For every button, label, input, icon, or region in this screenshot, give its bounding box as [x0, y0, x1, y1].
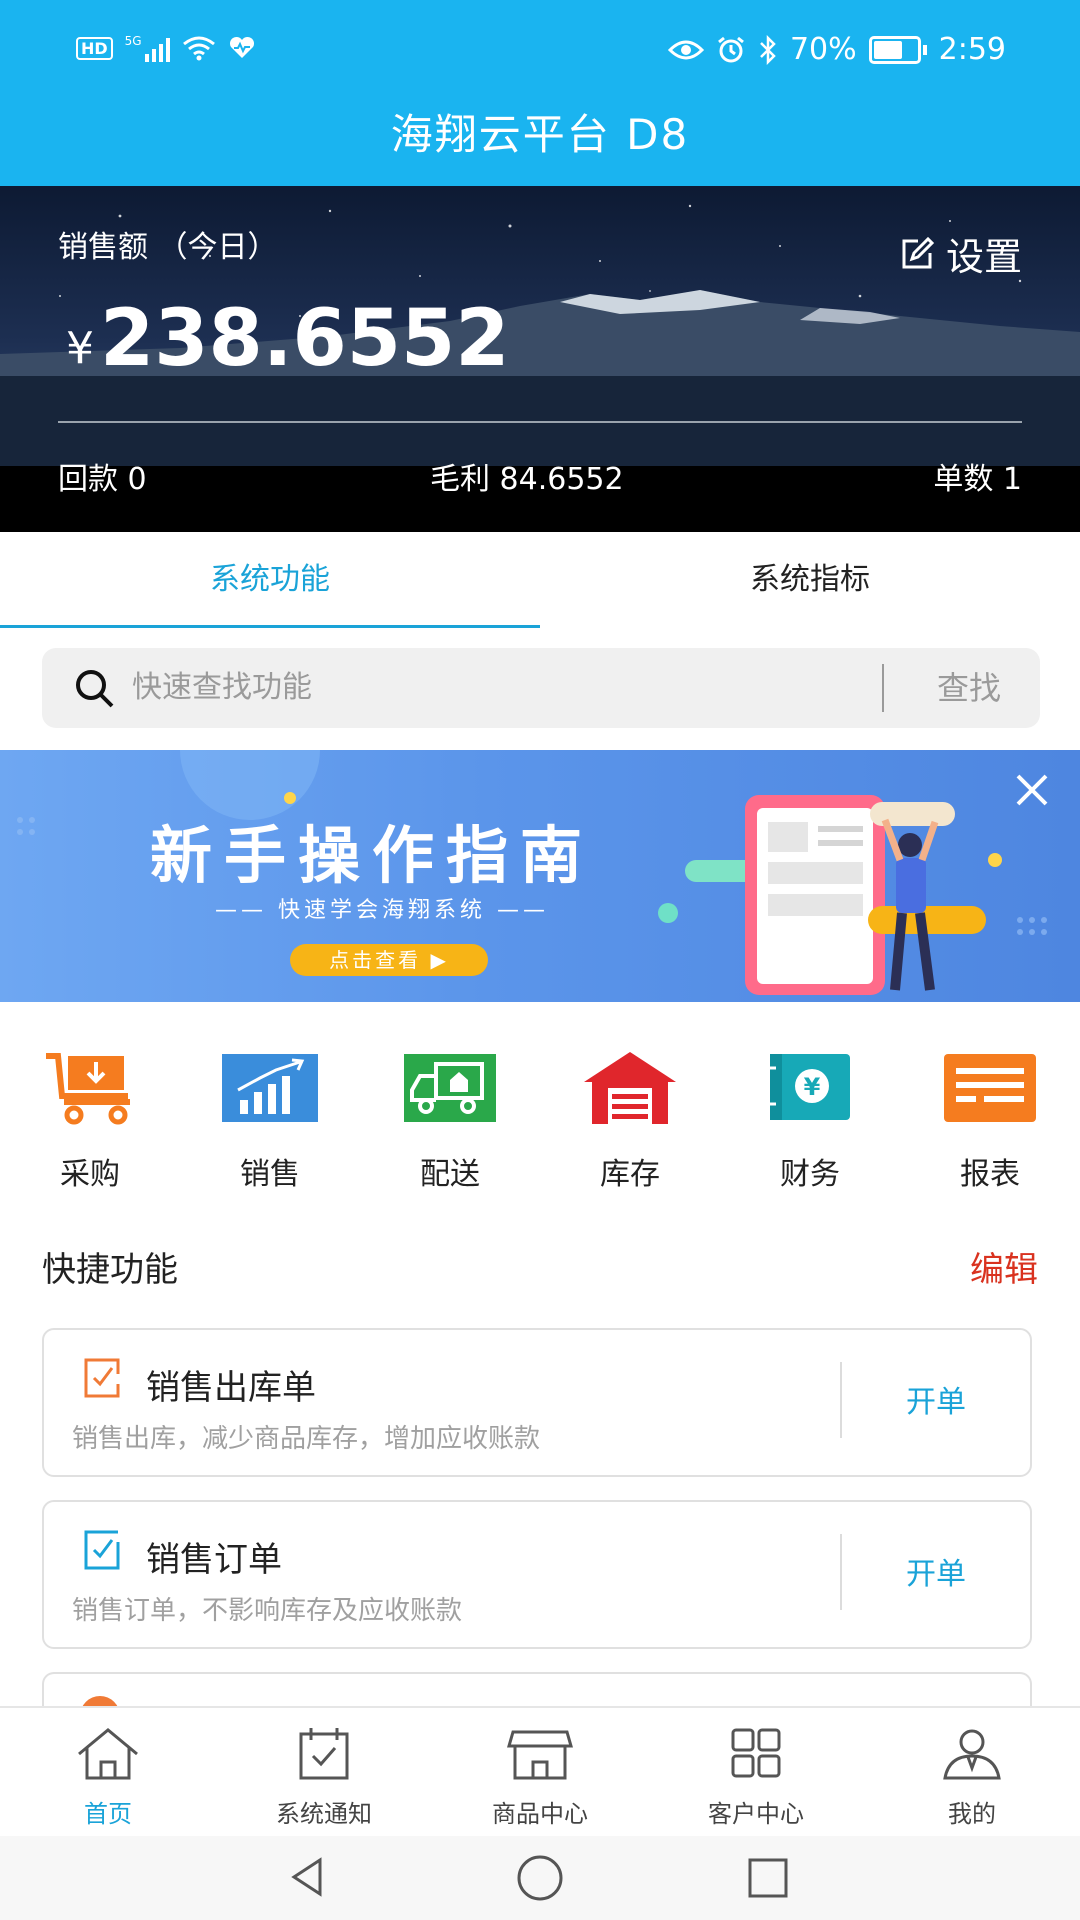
- signal-label: 5G: [124, 34, 142, 48]
- module-label: 采购: [60, 1157, 120, 1192]
- chart-icon: [222, 1054, 318, 1122]
- module-sales[interactable]: 销售: [195, 1050, 345, 1193]
- currency-symbol: ¥: [66, 323, 94, 374]
- svg-text:¥: ¥: [804, 1073, 821, 1101]
- clock: 2:59: [938, 32, 1006, 67]
- quick-item-name: 销售订单: [146, 1540, 282, 1580]
- order-doc-icon: [84, 1530, 120, 1570]
- quick-functions-header: 快捷功能 编辑: [42, 1242, 1038, 1302]
- module-delivery[interactable]: 配送: [375, 1050, 525, 1193]
- nav-customers[interactable]: 客户中心: [648, 1726, 864, 1829]
- report-icon: [944, 1054, 1036, 1122]
- divider: [58, 421, 1022, 423]
- tab-system-metrics[interactable]: 系统指标: [540, 532, 1080, 628]
- nav-label: 商品中心: [492, 1800, 588, 1828]
- cart-icon: [46, 1053, 130, 1125]
- stat-payment: 回款 0: [58, 462, 147, 497]
- quick-item-desc: 销售订单，不影响库存及应收账款: [72, 1596, 463, 1626]
- battery-icon: [868, 35, 927, 64]
- nav-label: 客户中心: [708, 1800, 804, 1828]
- module-grid: 采购 销售 配送 库存 ¥ 财务 报表: [0, 1050, 1080, 1193]
- banner-cta-button[interactable]: 点击查看 ▶: [290, 944, 488, 976]
- nav-profile[interactable]: 我的: [864, 1726, 1080, 1829]
- quick-item-desc: 销售出库，减少商品库存，增加应收账款: [72, 1424, 541, 1454]
- module-finance[interactable]: ¥ 财务: [735, 1050, 885, 1193]
- nav-label: 首页: [84, 1800, 132, 1828]
- quick-item-sales-outbound[interactable]: 销售出库单 销售出库，减少商品库存，增加应收账款 开单: [42, 1328, 1032, 1477]
- quick-item-name: 销售出库单: [146, 1368, 316, 1408]
- open-order-button[interactable]: 开单: [842, 1330, 1030, 1475]
- search-divider: [882, 664, 884, 712]
- back-icon[interactable]: [282, 1852, 332, 1902]
- guide-banner[interactable]: 新手操作指南 —— 快速学会海翔系统 —— 点击查看 ▶: [0, 750, 1080, 1002]
- battery-percent: 70%: [789, 32, 857, 67]
- finance-icon: ¥: [768, 1054, 850, 1120]
- close-icon[interactable]: [1010, 768, 1054, 812]
- settings-button[interactable]: 设置: [898, 226, 1022, 281]
- module-inventory[interactable]: 库存: [555, 1050, 705, 1193]
- alarm-icon: [718, 36, 744, 62]
- module-purchase[interactable]: 采购: [15, 1050, 165, 1193]
- grid-icon: [731, 1728, 781, 1778]
- signal-icon: 5G: [125, 34, 170, 62]
- sales-value: 238.6552: [100, 294, 510, 384]
- bluetooth-icon: [760, 34, 776, 65]
- eye-icon: [667, 40, 704, 59]
- tab-system-functions[interactable]: 系统功能: [0, 532, 540, 628]
- module-label: 财务: [780, 1157, 840, 1192]
- sales-amount: ¥ 238.6552: [66, 294, 510, 384]
- search-bar: 快速查找功能 查找: [42, 648, 1040, 728]
- heart-icon: [229, 36, 254, 58]
- stat-order-count: 单数 1: [933, 462, 1022, 497]
- open-order-button[interactable]: 开单: [842, 1502, 1030, 1647]
- nav-products[interactable]: 商品中心: [432, 1726, 648, 1829]
- stat-gross-profit: 毛利 84.6552: [430, 462, 624, 497]
- module-label: 销售: [240, 1157, 300, 1192]
- wifi-icon: [182, 36, 215, 61]
- edit-icon: [902, 236, 935, 268]
- quick-item-sales-order[interactable]: 销售订单 销售订单，不影响库存及应收账款 开单: [42, 1500, 1032, 1649]
- tab-bar: 系统功能 系统指标: [0, 532, 1080, 628]
- banner-subtitle: —— 快速学会海翔系统 ——: [215, 898, 549, 923]
- module-label: 配送: [420, 1157, 480, 1192]
- nav-home[interactable]: 首页: [0, 1726, 216, 1829]
- settings-label: 设置: [945, 235, 1022, 279]
- outbound-doc-icon: [84, 1358, 120, 1398]
- nav-label: 系统通知: [276, 1800, 372, 1828]
- quick-functions-title: 快捷功能: [42, 1250, 178, 1290]
- nav-notifications[interactable]: 系统通知: [216, 1726, 432, 1829]
- sales-hero: 销售额 （今日） 设置 ¥ 238.6552 回款 0 毛利 84.6552 单…: [0, 186, 1080, 532]
- status-bar: HD 5G 70% 2:59: [0, 0, 1080, 100]
- store-icon: [507, 1730, 573, 1780]
- system-nav-bar: [0, 1836, 1080, 1920]
- search-icon: [76, 670, 114, 708]
- edit-button[interactable]: 编辑: [970, 1242, 1038, 1291]
- sales-label: 销售额 （今日）: [58, 230, 278, 265]
- home-circle-icon[interactable]: [514, 1852, 566, 1904]
- calendar-check-icon: [299, 1728, 349, 1780]
- module-label: 报表: [960, 1157, 1020, 1192]
- module-label: 库存: [600, 1157, 660, 1192]
- search-button[interactable]: 查找: [904, 648, 1034, 728]
- recents-icon[interactable]: [744, 1854, 792, 1902]
- search-input[interactable]: 快速查找功能: [132, 648, 312, 728]
- bottom-nav: 首页 系统通知 商品中心 客户中心 我的: [0, 1706, 1080, 1838]
- person-icon: [943, 1729, 1001, 1780]
- home-icon: [78, 1728, 138, 1780]
- warehouse-icon: [584, 1052, 676, 1124]
- app-title: 海翔云平台 D8: [390, 110, 690, 159]
- module-reports[interactable]: 报表: [915, 1050, 1065, 1193]
- nav-label: 我的: [948, 1800, 996, 1828]
- banner-title: 新手操作指南: [150, 819, 595, 892]
- truck-icon: [404, 1054, 496, 1122]
- hd-badge: HD: [76, 36, 113, 60]
